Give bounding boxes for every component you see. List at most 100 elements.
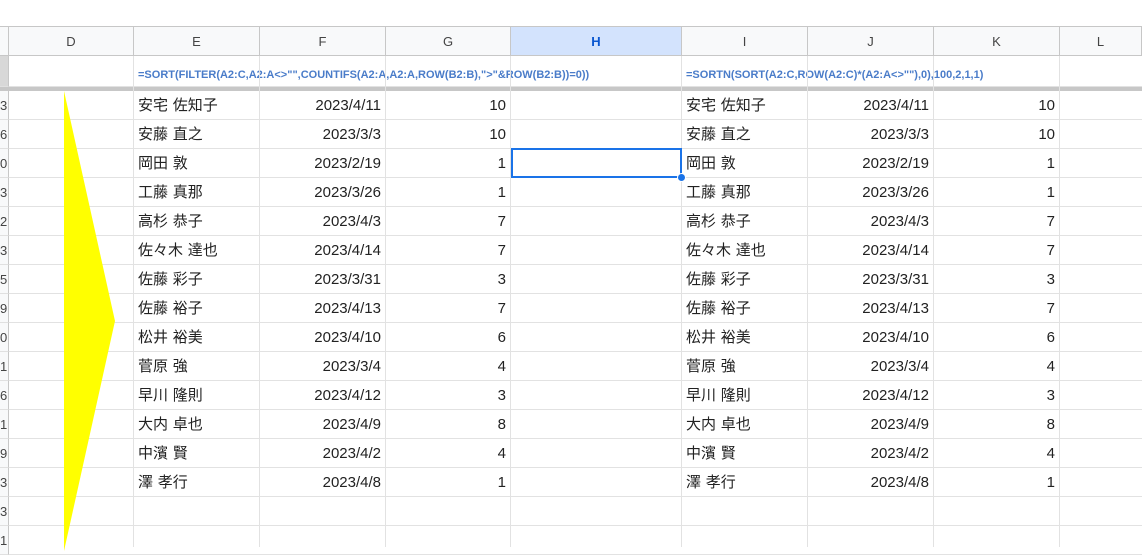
rows_right-value-cell[interactable]: 8	[934, 410, 1060, 439]
column-header-i[interactable]: I	[682, 27, 808, 56]
row-header[interactable]: 0	[0, 323, 9, 352]
rows_left-value-cell[interactable]: 4	[386, 439, 511, 468]
rows_left-date-cell[interactable]: 2023/4/8	[260, 468, 386, 497]
rows_left-value-cell[interactable]: 1	[386, 178, 511, 207]
row-header[interactable]: 6	[0, 381, 9, 410]
rows_right-value-cell[interactable]: 1	[934, 149, 1060, 178]
rows_right-date-cell[interactable]: 2023/4/9	[808, 410, 934, 439]
rows_left-value-cell[interactable]: 8	[386, 410, 511, 439]
row-header[interactable]: 3	[0, 178, 9, 207]
rows_left-value-cell[interactable]: 3	[386, 381, 511, 410]
rows_right-name-cell[interactable]: 岡田 敦	[682, 149, 808, 178]
rows_left-value-cell[interactable]: 7	[386, 207, 511, 236]
rows_right-name-cell[interactable]: 澤 孝行	[682, 468, 808, 497]
rows_left-name-cell[interactable]: 佐藤 彩子	[134, 265, 260, 294]
rows_right-date-cell[interactable]: 2023/3/4	[808, 352, 934, 381]
select-all-corner[interactable]	[0, 27, 9, 56]
rows_right-date-cell[interactable]: 2023/3/31	[808, 265, 934, 294]
rows_left-name-cell[interactable]: 岡田 敦	[134, 149, 260, 178]
column-header-h[interactable]: H	[511, 27, 682, 56]
row-header[interactable]: 2	[0, 207, 9, 236]
rows_left-name-cell[interactable]: 早川 隆則	[134, 381, 260, 410]
rows_right-name-cell[interactable]: 佐藤 裕子	[682, 294, 808, 323]
column-header-g[interactable]: G	[386, 27, 511, 56]
rows_right-date-cell[interactable]: 2023/2/19	[808, 149, 934, 178]
rows_right-value-cell[interactable]: 1	[934, 468, 1060, 497]
rows_left-name-cell[interactable]: 安宅 佐知子	[134, 91, 260, 120]
rows_right-name-cell[interactable]: 安藤 直之	[682, 120, 808, 149]
rows_right-date-cell[interactable]: 2023/4/13	[808, 294, 934, 323]
rows_right-value-cell[interactable]: 10	[934, 120, 1060, 149]
rows_right-name-cell[interactable]: 工藤 真那	[682, 178, 808, 207]
rows_left-name-cell[interactable]: 大内 卓也	[134, 410, 260, 439]
rows_left-name-cell[interactable]: 佐々木 達也	[134, 236, 260, 265]
row-header[interactable]: 0	[0, 149, 9, 178]
rows_right-name-cell[interactable]: 高杉 恭子	[682, 207, 808, 236]
rows_left-date-cell[interactable]: 2023/2/19	[260, 149, 386, 178]
rows_left-date-cell[interactable]: 2023/3/26	[260, 178, 386, 207]
row-header[interactable]: 3	[0, 236, 9, 265]
rows_left-date-cell[interactable]: 2023/4/2	[260, 439, 386, 468]
rows_left-name-cell[interactable]: 工藤 真那	[134, 178, 260, 207]
rows_left-date-cell[interactable]: 2023/3/31	[260, 265, 386, 294]
rows_left-name-cell[interactable]: 菅原 強	[134, 352, 260, 381]
column-header-d[interactable]: D	[9, 27, 134, 56]
rows_right-name-cell[interactable]: 大内 卓也	[682, 410, 808, 439]
row-header[interactable]: 9	[0, 294, 9, 323]
rows_right-date-cell[interactable]: 2023/3/26	[808, 178, 934, 207]
rows_left-value-cell[interactable]: 3	[386, 265, 511, 294]
rows_right-value-cell[interactable]: 6	[934, 323, 1060, 352]
rows_left-date-cell[interactable]: 2023/4/14	[260, 236, 386, 265]
rows_right-value-cell[interactable]: 7	[934, 207, 1060, 236]
rows_right-name-cell[interactable]: 佐々木 達也	[682, 236, 808, 265]
rows_right-name-cell[interactable]: 佐藤 彩子	[682, 265, 808, 294]
column-header-l[interactable]: L	[1060, 27, 1142, 56]
rows_left-name-cell[interactable]: 安藤 直之	[134, 120, 260, 149]
rows_left-date-cell[interactable]: 2023/4/9	[260, 410, 386, 439]
row-header[interactable]: 3	[0, 468, 9, 497]
row-header[interactable]: 1	[0, 352, 9, 381]
rows_left-value-cell[interactable]: 7	[386, 294, 511, 323]
row-header[interactable]: 6	[0, 120, 9, 149]
formula-text-right[interactable]: =SORTN(SORT(A2:C,ROW(A2:C)*(A2:A<>""),0)…	[686, 56, 983, 89]
formula-text-left[interactable]: =SORT(FILTER(A2:C,A2:A<>"",COUNTIFS(A2:A…	[138, 56, 589, 89]
rows_left-name-cell[interactable]: 松井 裕美	[134, 323, 260, 352]
rows_right-value-cell[interactable]: 4	[934, 352, 1060, 381]
rows_right-name-cell[interactable]: 菅原 強	[682, 352, 808, 381]
fill-handle[interactable]	[677, 173, 686, 182]
column-header-k[interactable]: K	[934, 27, 1060, 56]
rows_left-date-cell[interactable]: 2023/4/12	[260, 381, 386, 410]
rows_left-value-cell[interactable]: 1	[386, 149, 511, 178]
rows_right-date-cell[interactable]: 2023/4/11	[808, 91, 934, 120]
rows_left-value-cell[interactable]: 10	[386, 120, 511, 149]
rows_left-value-cell[interactable]: 6	[386, 323, 511, 352]
rows_left-name-cell[interactable]: 澤 孝行	[134, 468, 260, 497]
rows_left-name-cell[interactable]: 高杉 恭子	[134, 207, 260, 236]
rows_right-value-cell[interactable]: 3	[934, 381, 1060, 410]
row-header[interactable]	[0, 56, 9, 87]
rows_left-date-cell[interactable]: 2023/4/13	[260, 294, 386, 323]
row-header[interactable]: 1	[0, 526, 9, 555]
rows_right-value-cell[interactable]: 7	[934, 236, 1060, 265]
rows_right-value-cell[interactable]: 4	[934, 439, 1060, 468]
rows_right-date-cell[interactable]: 2023/4/8	[808, 468, 934, 497]
row-header[interactable]: 1	[0, 410, 9, 439]
selected-cell-h4[interactable]	[511, 148, 682, 178]
rows_right-date-cell[interactable]: 2023/4/3	[808, 207, 934, 236]
rows_right-name-cell[interactable]: 中濱 賢	[682, 439, 808, 468]
rows_right-date-cell[interactable]: 2023/4/12	[808, 381, 934, 410]
rows_left-value-cell[interactable]: 1	[386, 468, 511, 497]
rows_right-name-cell[interactable]: 早川 隆則	[682, 381, 808, 410]
rows_right-date-cell[interactable]: 2023/4/14	[808, 236, 934, 265]
row-header[interactable]: 9	[0, 439, 9, 468]
column-header-j[interactable]: J	[808, 27, 934, 56]
rows_right-value-cell[interactable]: 3	[934, 265, 1060, 294]
column-header-f[interactable]: F	[260, 27, 386, 56]
rows_left-date-cell[interactable]: 2023/4/11	[260, 91, 386, 120]
rows_right-value-cell[interactable]: 7	[934, 294, 1060, 323]
rows_right-name-cell[interactable]: 安宅 佐知子	[682, 91, 808, 120]
rows_left-value-cell[interactable]: 10	[386, 91, 511, 120]
rows_right-value-cell[interactable]: 10	[934, 91, 1060, 120]
rows_right-name-cell[interactable]: 松井 裕美	[682, 323, 808, 352]
rows_right-date-cell[interactable]: 2023/4/10	[808, 323, 934, 352]
